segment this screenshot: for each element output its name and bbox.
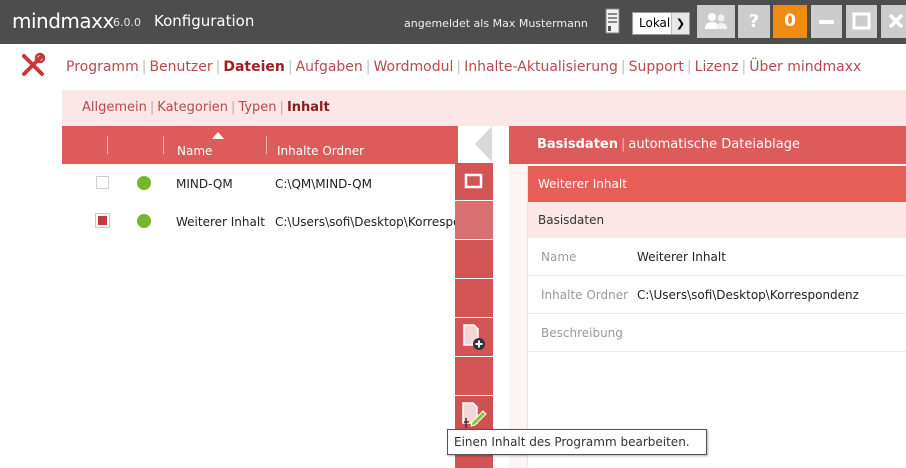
- sort-ascending-icon: [212, 132, 224, 139]
- maximize-icon: [852, 12, 871, 30]
- tab-automatische-dateiablage[interactable]: automatische Dateiablage: [628, 137, 800, 152]
- side-button[interactable]: [455, 240, 493, 278]
- location-select[interactable]: Lokal ❯: [632, 12, 690, 35]
- minimize-icon: [819, 20, 834, 24]
- users-button[interactable]: [697, 5, 735, 38]
- detail-content: Weiterer Inhalt Basisdaten Name Weiterer…: [527, 164, 906, 468]
- menu-item-inhalte-aktualisierung[interactable]: Inhalte-Aktualisierung: [464, 59, 618, 75]
- row-folder: C:\Users\sofi\Desktop\Korrespondenz: [275, 215, 458, 229]
- header-divider: [163, 136, 164, 154]
- tools-icon: [20, 52, 46, 78]
- section-title: Basisdaten: [538, 213, 605, 227]
- field-row-folder: Inhalte Ordner C:\Users\sofi\Desktop\Kor…: [528, 276, 906, 314]
- side-button[interactable]: [455, 201, 493, 239]
- row-name: Weiterer Inhalt: [176, 215, 265, 229]
- add-content-button[interactable]: [455, 318, 493, 356]
- title-bar: mindmaxx 6.0.0 Konfiguration angemeldet …: [0, 0, 906, 44]
- side-button[interactable]: [455, 279, 493, 317]
- field-value[interactable]: Weiterer Inhalt: [637, 250, 726, 264]
- column-header-folder[interactable]: Inhalte Ordner: [277, 144, 364, 158]
- field-label: Inhalte Ordner: [541, 288, 629, 302]
- users-icon: [705, 13, 727, 29]
- section-header[interactable]: Basisdaten: [528, 202, 906, 238]
- side-button[interactable]: [455, 357, 493, 395]
- side-toolbar: [455, 126, 493, 468]
- minimize-button[interactable]: [811, 5, 842, 38]
- row-checkbox[interactable]: [95, 213, 110, 228]
- close-icon: [888, 13, 904, 29]
- tooltip-text: Einen Inhalt des Programm bearbeiten.: [454, 435, 690, 449]
- detail-header: Basisdaten | automatische Dateiablage: [509, 126, 906, 164]
- table-row[interactable]: Weiterer Inhalt C:\Users\sofi\Desktop\Ko…: [62, 204, 458, 240]
- menu-item-programm[interactable]: Programm: [66, 59, 139, 75]
- sub-menu: Allgemein | Kategorien | Typen | Inhalt: [82, 100, 330, 115]
- field-label: Name: [541, 250, 577, 264]
- detail-panel: Basisdaten | automatische Dateiablage Weit…: [509, 126, 906, 468]
- main-menu-row: Programm | Benutzer | Dateien | Aufgaben | Wordm…: [0, 44, 906, 90]
- chevron-down-icon: ❯: [671, 13, 689, 34]
- maximize-button[interactable]: [846, 5, 877, 38]
- add-document-icon: [463, 324, 485, 350]
- help-button[interactable]: ?: [738, 5, 770, 38]
- square-icon: [464, 173, 483, 189]
- status-dot-icon: [137, 214, 151, 228]
- select-all-button[interactable]: [455, 163, 493, 200]
- sub-tab-kategorien[interactable]: Kategorien: [157, 100, 228, 115]
- selected-item-header[interactable]: Weiterer Inhalt: [528, 166, 906, 202]
- sub-tab-allgemein[interactable]: Allgemein: [82, 100, 147, 115]
- close-button[interactable]: [881, 5, 906, 38]
- menu-item-ueber-mindmaxx[interactable]: Über mindmaxx: [749, 59, 861, 75]
- content-table: Name Inhalte Ordner MIND-QM C:\QM\MIND-Q…: [62, 126, 458, 468]
- collapse-arrow-icon[interactable]: [475, 126, 492, 162]
- location-select-value: Lokal: [639, 16, 671, 30]
- app-version: 6.0.0: [113, 16, 141, 29]
- status-dot-icon: [137, 176, 151, 190]
- selected-item-title: Weiterer Inhalt: [538, 177, 627, 191]
- field-value[interactable]: C:\Users\sofi\Desktop\Korrespondenz: [637, 288, 859, 302]
- notification-badge[interactable]: 0: [773, 5, 807, 38]
- tab-basisdaten[interactable]: Basisdaten: [537, 137, 618, 152]
- menu-item-benutzer[interactable]: Benutzer: [149, 59, 212, 75]
- main-menu: Programm | Benutzer | Dateien | Aufgaben | Wordm…: [66, 59, 862, 75]
- sub-menu-band: Allgemein | Kategorien | Typen | Inhalt: [62, 90, 906, 126]
- table-row[interactable]: MIND-QM C:\QM\MIND-QM: [62, 166, 458, 202]
- field-row-description: Beschreibung: [528, 314, 906, 352]
- sub-tab-inhalt[interactable]: Inhalt: [287, 100, 330, 115]
- table-header: Name Inhalte Ordner: [62, 126, 458, 164]
- menu-item-aufgaben[interactable]: Aufgaben: [296, 59, 363, 75]
- sub-tab-typen[interactable]: Typen: [238, 100, 276, 115]
- row-folder: C:\QM\MIND-QM: [275, 177, 372, 191]
- window-title: Konfiguration: [154, 12, 255, 30]
- header-divider: [107, 136, 108, 154]
- tooltip: Einen Inhalt des Programm bearbeiten.: [447, 429, 707, 455]
- column-header-name[interactable]: Name: [177, 144, 212, 158]
- header-divider: [266, 136, 267, 154]
- field-label: Beschreibung: [541, 326, 623, 340]
- row-name: MIND-QM: [176, 177, 233, 191]
- menu-item-dateien[interactable]: Dateien: [223, 59, 285, 75]
- menu-item-wordmodul[interactable]: Wordmodul: [374, 59, 454, 75]
- logged-in-user: angemeldet als Max Mustermann: [404, 17, 588, 30]
- menu-item-lizenz[interactable]: Lizenz: [695, 59, 739, 75]
- row-checkbox[interactable]: [96, 176, 109, 189]
- app-brand: mindmaxx: [12, 9, 114, 33]
- menu-item-support[interactable]: Support: [629, 59, 684, 75]
- field-row-name: Name Weiterer Inhalt: [528, 238, 906, 276]
- document-icon[interactable]: [596, 5, 630, 38]
